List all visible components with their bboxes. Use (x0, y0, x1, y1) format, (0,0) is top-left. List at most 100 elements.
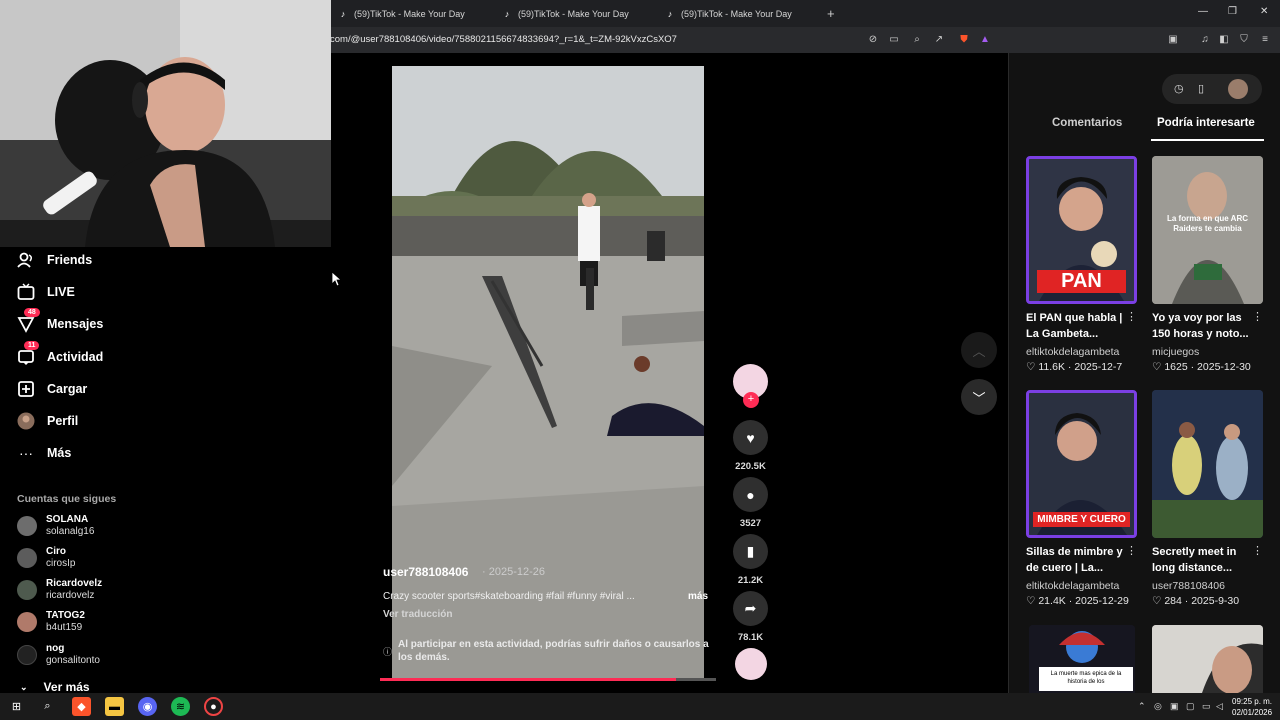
more-options-icon[interactable]: ⋮ (1252, 310, 1263, 323)
steam-icon[interactable]: ◎ (1154, 701, 1162, 712)
brave-rewards-icon[interactable]: ▲ (978, 33, 992, 47)
discord-icon[interactable]: ◉ (138, 697, 157, 716)
followed-account[interactable]: Ciro cirosIp (17, 543, 75, 573)
history-icon[interactable]: ◷ (1174, 82, 1184, 95)
video-thumbnail[interactable]: La muerte mas epica de la historia de lo… (1029, 625, 1135, 693)
video-thumbnail[interactable]: La forma en que ARC Raiders te cambia (1152, 156, 1263, 304)
follow-plus-icon[interactable]: + (743, 392, 759, 408)
clock-date[interactable]: 02/01/2026 (1232, 708, 1272, 717)
menu-icon[interactable]: ≡ (1258, 33, 1272, 47)
account-name: SOLANA (46, 514, 89, 525)
restore-icon[interactable]: ❐ (1228, 6, 1237, 17)
next-video-button[interactable]: ﹀ (961, 379, 997, 415)
video-progress-bar[interactable] (380, 678, 716, 681)
creator-avatar-button[interactable]: + (733, 364, 768, 408)
search-icon[interactable]: ⌕ (38, 697, 57, 716)
more-options-icon[interactable]: ⋮ (1252, 544, 1263, 557)
sidebar-item-profile[interactable]: Perfil (17, 410, 78, 432)
card-author[interactable]: eltiktokdelagambeta (1026, 580, 1119, 592)
phone-icon[interactable]: ▯ (1198, 82, 1204, 95)
sidebar-item-label: Más (47, 446, 72, 460)
sound-disc-button[interactable] (733, 648, 768, 680)
video-player[interactable] (392, 66, 704, 680)
card-title[interactable]: Yo ya voy por las 150 horas y noto... (1152, 310, 1252, 342)
clock-time[interactable]: 09:25 p. m. (1232, 697, 1272, 706)
video-thumbnail[interactable]: MIMBRE Y CUERO (1026, 390, 1137, 538)
url-field[interactable]: com/@user788108406/video/758802115667483… (330, 34, 677, 45)
followed-account[interactable]: SOLANA solanalg16 (17, 511, 94, 541)
card-likes: 284 (1164, 595, 1182, 607)
file-explorer-icon[interactable]: ▬ (105, 697, 124, 716)
card-author[interactable]: user788108406 (1152, 580, 1225, 592)
share-count: 78.1K (737, 632, 764, 643)
browser-tab[interactable]: ♪ (59)TikTok - Make Your Day (665, 0, 827, 27)
network-icon[interactable]: ▭ (1202, 701, 1211, 712)
card-title[interactable]: Secretly meet in long distance... (1152, 544, 1252, 576)
video-thumbnail[interactable] (1152, 390, 1263, 538)
followed-account[interactable]: TATOG2 b4ut159 (17, 607, 85, 637)
tray-app-icon[interactable]: ▢ (1186, 701, 1195, 712)
card-author[interactable]: eltiktokdelagambeta (1026, 346, 1119, 358)
card-stats: ♡ 21.4K · 2025-12-29 (1026, 595, 1129, 607)
save-button[interactable]: ▮ 21.2K (733, 534, 768, 586)
sidebar-item-live[interactable]: LIVE (17, 281, 75, 303)
sidebar-item-friends[interactable]: Friends (17, 249, 92, 271)
minimize-icon[interactable]: — (1198, 6, 1208, 17)
more-options-icon[interactable]: ⋮ (1126, 544, 1137, 557)
sidebar-toggle-icon[interactable]: ▣ (1166, 33, 1180, 47)
see-more-button[interactable]: ⌄ Ver más (20, 680, 90, 694)
video-description: Crazy scooter sports#skateboarding #fail… (383, 591, 635, 602)
avatar (17, 645, 37, 665)
brave-shield-icon[interactable]: ⛊ (957, 33, 971, 47)
sidebar-item-more[interactable]: ··· Más (17, 442, 71, 464)
account-name: TATOG2 (46, 610, 85, 621)
user-avatar[interactable] (1228, 79, 1248, 99)
windows-start-icon[interactable]: ⊞ (7, 697, 26, 716)
tray-app-icon[interactable]: ▣ (1170, 701, 1179, 712)
comment-icon: ● (733, 477, 768, 512)
tab-comments[interactable]: Comentarios (1052, 117, 1122, 129)
obs-icon[interactable]: ● (204, 697, 223, 716)
webcam-person-image (0, 0, 331, 247)
media-icon[interactable]: ♫ (1198, 33, 1212, 47)
video-author[interactable]: user788108406 (383, 565, 468, 579)
thumbnail-caption: MIMBRE Y CUERO (1033, 512, 1130, 527)
cast-icon[interactable]: ▭ (887, 33, 901, 47)
translate-link[interactable]: Ver traducción (383, 609, 452, 620)
address-bar: com/@user788108406/video/758802115667483… (330, 27, 1280, 53)
video-thumbnail[interactable]: PAN (1026, 156, 1137, 304)
new-tab-button[interactable]: + (827, 6, 835, 21)
card-title[interactable]: El PAN que habla | La Gambeta... (1026, 310, 1126, 342)
browser-tab[interactable]: ♪ (59)TikTok - Make Your Day (338, 0, 500, 27)
followed-account[interactable]: nog gonsalitonto (17, 640, 100, 670)
brave-browser-icon[interactable]: ◆ (72, 697, 91, 716)
sidebar-item-upload[interactable]: Cargar (17, 378, 87, 400)
webcam-overlay (0, 0, 331, 247)
like-button[interactable]: ♥ 220.5K (733, 420, 768, 472)
tab-recommended[interactable]: Podría interesarte (1157, 117, 1255, 129)
share-button[interactable]: ➦ 78.1K (733, 591, 768, 643)
see-more-description-button[interactable]: más (688, 591, 708, 602)
video-thumbnail[interactable] (1152, 625, 1263, 693)
more-options-icon[interactable]: ⋮ (1126, 310, 1137, 323)
share-icon[interactable]: ↗ (932, 33, 946, 47)
followed-account[interactable]: Ricardovelz ricardovelz (17, 575, 102, 605)
sidebar-item-messages[interactable]: 48 Mensajes (17, 308, 103, 335)
close-icon[interactable]: ✕ (1260, 6, 1268, 17)
tray-chevron-icon[interactable]: ⌃ (1138, 701, 1146, 712)
browser-tab[interactable]: ♪ (59)TikTok - Make Your Day (502, 0, 664, 27)
spotify-icon[interactable]: ≋ (171, 697, 190, 716)
card-title[interactable]: Sillas de mimbre y de cuero | La... (1026, 544, 1126, 576)
avatar (17, 612, 37, 632)
sidebar-item-label: Friends (47, 253, 93, 267)
card-author[interactable]: micjuegos (1152, 346, 1199, 358)
zoom-icon[interactable]: ⌕ (910, 33, 924, 47)
no-tracking-icon[interactable]: ⊘ (866, 33, 880, 47)
comment-button[interactable]: ● 3527 (733, 477, 768, 529)
vpn-shield-icon[interactable]: ⛉ (1237, 33, 1251, 47)
previous-video-button[interactable]: ︿ (961, 332, 997, 368)
panel-icon[interactable]: ◧ (1217, 33, 1231, 47)
sidebar-item-activity[interactable]: 11 Actividad (17, 341, 103, 368)
thumbnail-caption: PAN (1037, 270, 1126, 293)
volume-icon[interactable]: ◁ (1216, 701, 1223, 712)
